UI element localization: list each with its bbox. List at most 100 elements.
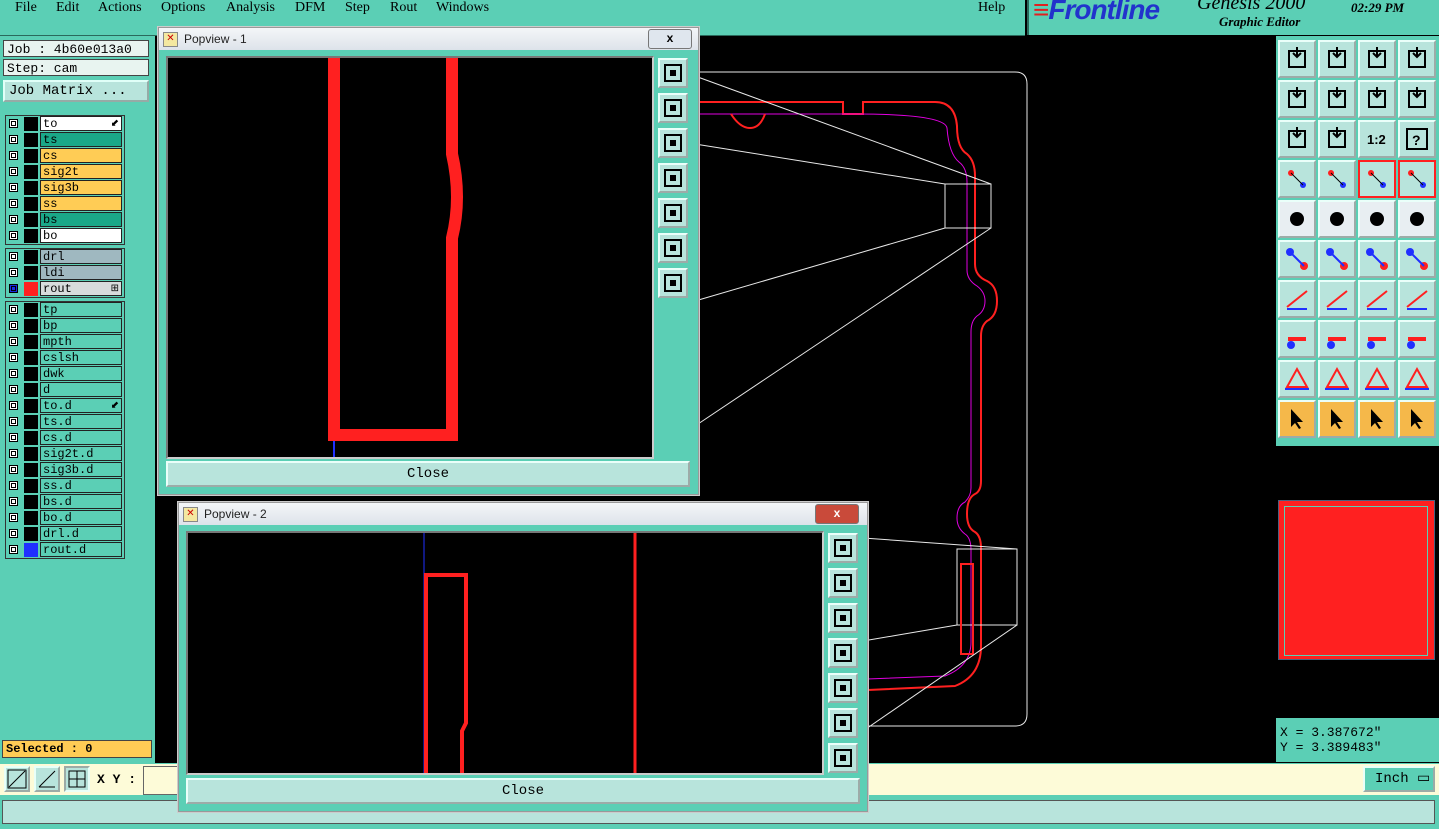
layer-name[interactable]: bs	[40, 212, 122, 227]
layer-row-bs-d[interactable]: bs.d	[6, 494, 124, 510]
layer-name[interactable]: bo.d	[40, 510, 122, 525]
layer-name[interactable]: bs.d	[40, 494, 122, 509]
layer-name[interactable]: mpth	[40, 334, 122, 349]
ruler-icon[interactable]	[1358, 200, 1396, 238]
zoom-fit-icon[interactable]	[658, 233, 688, 263]
layer-checkbox[interactable]	[9, 513, 18, 522]
layer-row-sig3b-d[interactable]: sig3b.d	[6, 462, 124, 478]
overview-board[interactable]	[1278, 500, 1435, 660]
layer-name[interactable]: sig3b	[40, 180, 122, 195]
ratio-icon[interactable]: 1:2	[1358, 120, 1396, 158]
layer-name[interactable]: drl.d	[40, 526, 122, 541]
popview-1-close-button[interactable]: Close	[166, 461, 690, 487]
zoom-window-icon[interactable]	[658, 58, 688, 88]
layer-checkbox[interactable]	[9, 215, 18, 224]
popview-2-close-button[interactable]: Close	[186, 778, 860, 804]
window-icon[interactable]	[1398, 40, 1436, 78]
layer-row-ts-d[interactable]: ts.d	[6, 414, 124, 430]
layer-checkbox[interactable]	[9, 231, 18, 240]
select-circle-icon[interactable]	[1358, 400, 1396, 438]
layer-checkbox[interactable]	[9, 401, 18, 410]
units-select[interactable]: Inch ▭	[1363, 766, 1435, 792]
layer-checkbox[interactable]	[9, 385, 18, 394]
menu-help[interactable]: Help	[978, 0, 1005, 16]
menu-rout[interactable]: Rout	[390, 0, 417, 16]
line-icon[interactable]	[1318, 200, 1356, 238]
layer-row-sig3b[interactable]: sig3b	[6, 180, 124, 196]
layer-row-sig2t[interactable]: sig2t	[6, 164, 124, 180]
layer-row-ldi[interactable]: ldi	[6, 265, 124, 281]
popview-2-titlebar[interactable]: ✕ Popview - 2 x	[179, 503, 867, 525]
layer-checkbox[interactable]	[9, 337, 18, 346]
layer-row-rout-d[interactable]: rout.d	[6, 542, 124, 558]
layer-checkbox[interactable]	[9, 369, 18, 378]
redo-icon[interactable]	[1398, 80, 1436, 118]
layer-name[interactable]: d	[40, 382, 122, 397]
menu-analysis[interactable]: Analysis	[226, 0, 275, 16]
layer-checkbox[interactable]	[9, 497, 18, 506]
move-right-icon[interactable]	[1318, 80, 1356, 118]
layer-name[interactable]: to.d ⬋	[40, 398, 122, 413]
layer-checkbox[interactable]	[9, 199, 18, 208]
menu-dfm[interactable]: DFM	[295, 0, 325, 16]
layer-checkbox[interactable]	[9, 305, 18, 314]
move-down-icon[interactable]	[1318, 40, 1356, 78]
layer-row-bo-d[interactable]: bo.d	[6, 510, 124, 526]
menu-edit[interactable]: Edit	[56, 0, 79, 16]
layer-row-drl-d[interactable]: drl.d	[6, 526, 124, 542]
move-left-icon[interactable]	[1278, 80, 1316, 118]
layer-row-tp[interactable]: tp	[6, 302, 124, 318]
text-a2-icon[interactable]	[1358, 360, 1396, 398]
layer-checkbox[interactable]	[9, 284, 18, 293]
layer-name[interactable]: ts.d	[40, 414, 122, 429]
layer-name[interactable]: ss	[40, 196, 122, 211]
grid-icon[interactable]	[64, 766, 90, 792]
measure-icon[interactable]	[34, 766, 60, 792]
close-icon[interactable]: x	[648, 29, 692, 49]
pan-right-icon[interactable]	[658, 198, 688, 228]
select-net-icon[interactable]	[1398, 400, 1436, 438]
rotate-icon[interactable]	[1358, 280, 1396, 318]
angle-icon[interactable]	[1278, 280, 1316, 318]
menu-actions[interactable]: Actions	[98, 0, 142, 16]
layer-row-sig2t-d[interactable]: sig2t.d	[6, 446, 124, 462]
group-icon[interactable]	[1398, 320, 1436, 358]
layer-name[interactable]: dwk	[40, 366, 122, 381]
pan-left-icon[interactable]	[658, 163, 688, 193]
layer-row-to-d[interactable]: to.d ⬋	[6, 398, 124, 414]
zoom-window-icon[interactable]	[828, 533, 858, 563]
layer-row-bs[interactable]: bs	[6, 212, 124, 228]
layer-row-dwk[interactable]: dwk	[6, 366, 124, 382]
node-icon[interactable]	[1278, 240, 1316, 278]
cross-icon[interactable]	[1318, 240, 1356, 278]
zoom-in-icon[interactable]	[828, 568, 858, 598]
zoom-out-icon[interactable]	[828, 603, 858, 633]
layer-name[interactable]: ss.d	[40, 478, 122, 493]
circle-icon[interactable]	[1398, 200, 1436, 238]
home-icon[interactable]	[1358, 40, 1396, 78]
help-icon[interactable]: ?	[1398, 120, 1436, 158]
layer-row-d[interactable]: d	[6, 382, 124, 398]
layer-checkbox[interactable]	[9, 268, 18, 277]
select-icon[interactable]	[1278, 400, 1316, 438]
point-icon[interactable]	[1398, 240, 1436, 278]
layer-name[interactable]: to ⬋	[40, 116, 122, 131]
menu-step[interactable]: Step	[345, 0, 370, 16]
zoom-fit-icon[interactable]	[828, 708, 858, 738]
layer-name[interactable]: rout ⊞	[40, 281, 122, 296]
pan-icon[interactable]	[1318, 120, 1356, 158]
diagonal-icon[interactable]	[1318, 280, 1356, 318]
layer-row-drl[interactable]: drl	[6, 249, 124, 265]
popview-1-titlebar[interactable]: ✕ Popview - 1 x	[159, 28, 698, 50]
zoom-reset-icon[interactable]	[828, 743, 858, 773]
zoom-fit-icon[interactable]	[1278, 120, 1316, 158]
layer-checkbox[interactable]	[9, 252, 18, 261]
layer-row-mpth[interactable]: mpth	[6, 334, 124, 350]
layer-name[interactable]: sig2t	[40, 164, 122, 179]
layer-checkbox[interactable]	[9, 529, 18, 538]
zoom-reset-icon[interactable]	[658, 268, 688, 298]
netlist-icon[interactable]	[1358, 160, 1396, 198]
menu-options[interactable]: Options	[161, 0, 205, 16]
layer-name[interactable]: cslsh	[40, 350, 122, 365]
layer-name[interactable]: drl	[40, 249, 122, 264]
